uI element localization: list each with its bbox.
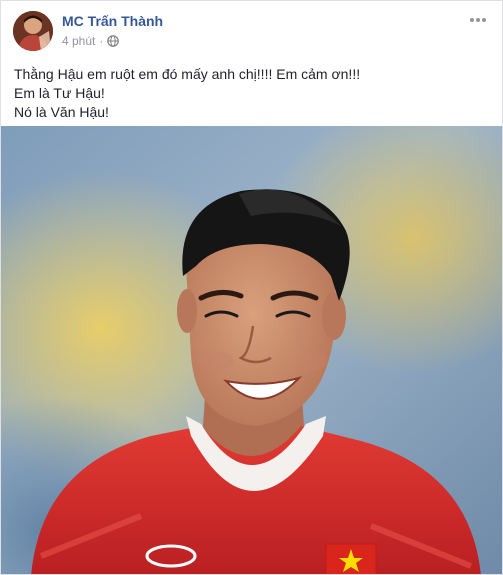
more-options-icon[interactable]: [468, 13, 488, 27]
post-text: Thằng Hậu em ruột em đó mấy anh chị!!!! …: [14, 65, 360, 122]
post-photo[interactable]: [1, 126, 502, 574]
post-timestamp[interactable]: 4 phút: [62, 34, 95, 48]
post-text-line: Nó là Văn Hậu!: [14, 104, 109, 120]
post-text-line: Thằng Hậu em ruột em đó mấy anh chị!!!! …: [14, 66, 361, 82]
post-header: MC Trấn Thành 4 phút ·: [1, 1, 502, 61]
post-meta: 4 phút ·: [62, 34, 120, 48]
author-avatar[interactable]: [13, 11, 53, 51]
author-name[interactable]: MC Trấn Thành: [62, 13, 163, 29]
post-text-line: Em là Tư Hậu!: [14, 85, 105, 101]
globe-icon[interactable]: [107, 35, 120, 47]
meta-separator: ·: [99, 34, 104, 48]
facebook-post: MC Trấn Thành 4 phút · Thằng Hậu em ruột…: [0, 0, 503, 575]
